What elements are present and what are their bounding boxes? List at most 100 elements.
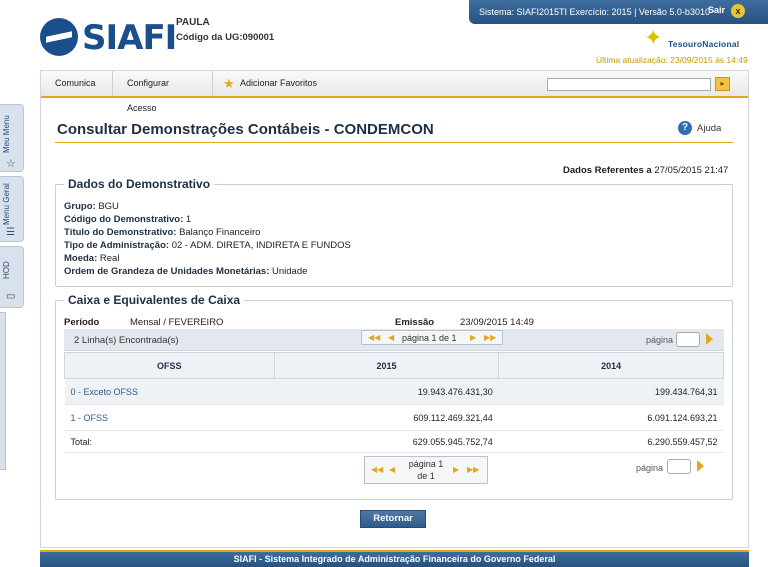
row-name[interactable]: 1 - OFSS — [64, 404, 275, 431]
last-page-icon[interactable]: ▶▶ — [484, 333, 496, 342]
emissao-value: 23/09/2015 14:49 — [460, 317, 534, 328]
quick-access-input[interactable] — [547, 78, 711, 91]
table-header-row: OFSS 2015 2014 — [64, 352, 724, 379]
panel-caixa-equivalentes: Caixa e Equivalentes de Caixa Período Me… — [55, 293, 733, 500]
user-name: PAULA — [176, 17, 210, 28]
emissao-label: Emissão — [395, 317, 435, 328]
footer-text: SIAFI - Sistema Integrado de Administraç… — [233, 554, 556, 564]
row-name[interactable]: 0 - Exceto OFSS — [64, 378, 275, 405]
side-tab-hod-label: HOD — [2, 261, 11, 279]
help-icon[interactable]: ? — [678, 121, 692, 135]
field-tipo-administracao-value: 02 - ADM. DIRETA, INDIRETA E FUNDOS — [171, 240, 351, 251]
page-jump-input[interactable] — [676, 332, 700, 347]
pager-bottom-label-line2: de 1 — [417, 471, 435, 481]
ug-label: Código da UG: — [176, 32, 243, 43]
table-row[interactable]: 0 - Exceto OFSS 19.943.476.431,30 199.43… — [64, 378, 724, 405]
pager-top: ◀◀ ◀ página 1 de 1 ▶ ▶▶ — [361, 330, 503, 345]
title-divider — [55, 142, 733, 143]
row-value-2015: 19.943.476.431,30 — [274, 378, 499, 405]
field-tipo-administracao: Tipo de Administração: 02 - ADM. DIRETA,… — [64, 240, 351, 251]
field-grupo-value: BGU — [98, 201, 119, 212]
field-tipo-administracao-label: Tipo de Administração: — [64, 240, 170, 251]
panel-caixa-equivalentes-title: Caixa e Equivalentes de Caixa — [64, 293, 245, 307]
field-titulo-value: Balanço Financeiro — [179, 227, 261, 238]
row-value-2014: 6.091.124.693,21 — [498, 404, 724, 431]
periodo-label: Período — [64, 317, 100, 328]
side-tab-hod[interactable]: HOD ▭ — [0, 246, 24, 308]
system-bar: Sistema: SIAFI2015TI Exercício: 2015 | V… — [469, 0, 768, 24]
star-outline-icon: ☆ — [6, 158, 16, 170]
total-value-2015: 629.055.945.752,74 — [274, 430, 499, 453]
panel-dados-demonstrativo-title: Dados do Demonstrativo — [64, 177, 215, 191]
field-grupo-label: Grupo: — [64, 201, 96, 212]
field-codigo-label: Código do Demonstrativo: — [64, 214, 184, 225]
total-value-2014: 6.290.559.457,52 — [498, 430, 724, 453]
app-header: SIAFI PAULA Código da UG:090001 Sistema:… — [0, 0, 768, 68]
tesouro-logo: ✦ TesouroNacional — [644, 27, 754, 51]
field-ordem-grandeza-value: Unidade — [272, 266, 308, 277]
pager-bottom: ◀◀ ◀ página 1 de 1 ▶ ▶▶ — [364, 456, 488, 484]
column-header-2015: 2015 — [273, 352, 500, 379]
reference-date: Dados Referentes a 27/05/2015 21:47 — [563, 165, 728, 176]
field-grupo: Grupo: BGU — [64, 201, 119, 212]
grid-toolbar: 2 Linha(s) Encontrada(s) ◀◀ ◀ página 1 d… — [64, 329, 724, 351]
table-row[interactable]: 1 - OFSS 609.112.469.321,44 6.091.124.69… — [64, 404, 724, 431]
reference-date-label: Dados Referentes a — [563, 165, 652, 176]
side-rail — [0, 312, 6, 470]
side-tab-meu-menu[interactable]: Meu Menu ☆ — [0, 104, 24, 172]
side-tab-menu-geral-label: Menu Geral — [2, 183, 11, 225]
field-titulo: Título do Demonstrativo: Balanço Finance… — [64, 227, 260, 238]
next-page-icon[interactable]: ▶ — [453, 465, 459, 474]
field-ordem-grandeza: Ordem de Grandeza de Unidades Monetárias… — [64, 266, 307, 277]
column-header-ofss: OFSS — [64, 352, 275, 379]
prev-page-icon[interactable]: ◀ — [389, 465, 395, 474]
ug-info: Código da UG:090001 — [176, 32, 274, 43]
main-container: Comunica Configurar Acesso ★ Adicionar F… — [40, 70, 749, 548]
field-moeda-value: Real — [99, 253, 120, 264]
field-moeda: Moeda: Real — [64, 253, 119, 264]
row-value-2015: 609.112.469.321,44 — [274, 404, 499, 431]
panel-dados-demonstrativo: Dados do Demonstrativo Grupo: BGU Código… — [55, 177, 733, 287]
star-logo-icon: ✦ — [644, 25, 663, 50]
page-title: Consultar Demonstrações Contábeis - COND… — [57, 121, 434, 138]
retornar-button[interactable]: Retornar — [360, 510, 426, 528]
page-jump-label: página — [636, 463, 664, 473]
logout-icon[interactable]: x — [731, 4, 745, 18]
table-total-row: Total: 629.055.945.752,74 6.290.559.457,… — [64, 430, 724, 453]
tree-menu-icon: ☰ — [6, 227, 15, 238]
field-codigo-value: 1 — [185, 214, 192, 225]
results-table: OFSS 2015 2014 0 - Exceto OFSS 19.943.47… — [64, 352, 724, 453]
menu-item-configurar-acesso[interactable]: Configurar Acesso — [113, 71, 213, 113]
prev-page-icon[interactable]: ◀ — [388, 333, 394, 342]
next-page-icon[interactable]: ▶ — [470, 333, 476, 342]
menu-item-comunica[interactable]: Comunica — [41, 71, 113, 96]
monitor-icon: ▭ — [6, 291, 16, 302]
side-tab-meu-menu-label: Meu Menu — [2, 115, 11, 153]
menu-item-adicionar-favoritos[interactable]: Adicionar Favoritos — [226, 71, 346, 96]
ug-code: 090001 — [242, 32, 275, 43]
first-page-icon[interactable]: ◀◀ — [371, 465, 383, 474]
last-update: Última atualização: 23/09/2015 às 14:49 — [596, 55, 748, 65]
page-jump-go-icon[interactable] — [706, 333, 713, 345]
periodo-value: Mensal / FEVEREIRO — [130, 317, 224, 328]
page-jump-go-icon[interactable] — [697, 460, 704, 472]
siafi-logo-text: SIAFI — [82, 18, 177, 58]
last-page-icon[interactable]: ▶▶ — [467, 465, 479, 474]
first-page-icon[interactable]: ◀◀ — [368, 333, 380, 342]
field-moeda-label: Moeda: — [64, 253, 98, 264]
side-tabs: Meu Menu ☆ Menu Geral ☰ HOD ▭ — [0, 104, 25, 470]
page-jump-label: página — [646, 335, 674, 345]
app-footer: SIAFI - Sistema Integrado de Administraç… — [40, 550, 749, 567]
total-label: Total: — [64, 430, 275, 453]
page-jump-input[interactable] — [667, 459, 691, 474]
quick-access-go-button[interactable]: ▸ — [715, 77, 730, 91]
reference-date-value: 27/05/2015 21:47 — [654, 165, 729, 176]
pager-bottom-label-line1: página 1 — [408, 459, 444, 469]
field-codigo: Código do Demonstrativo: 1 — [64, 214, 191, 225]
row-value-2014: 199.434.764,31 — [498, 378, 724, 405]
help-link[interactable]: Ajuda — [697, 123, 721, 134]
side-tab-menu-geral[interactable]: Menu Geral ☰ — [0, 176, 24, 242]
logout-link[interactable]: Sair — [708, 5, 725, 15]
pager-top-label: página 1 de 1 — [402, 333, 457, 343]
siafi-logo: SIAFI — [40, 14, 177, 60]
